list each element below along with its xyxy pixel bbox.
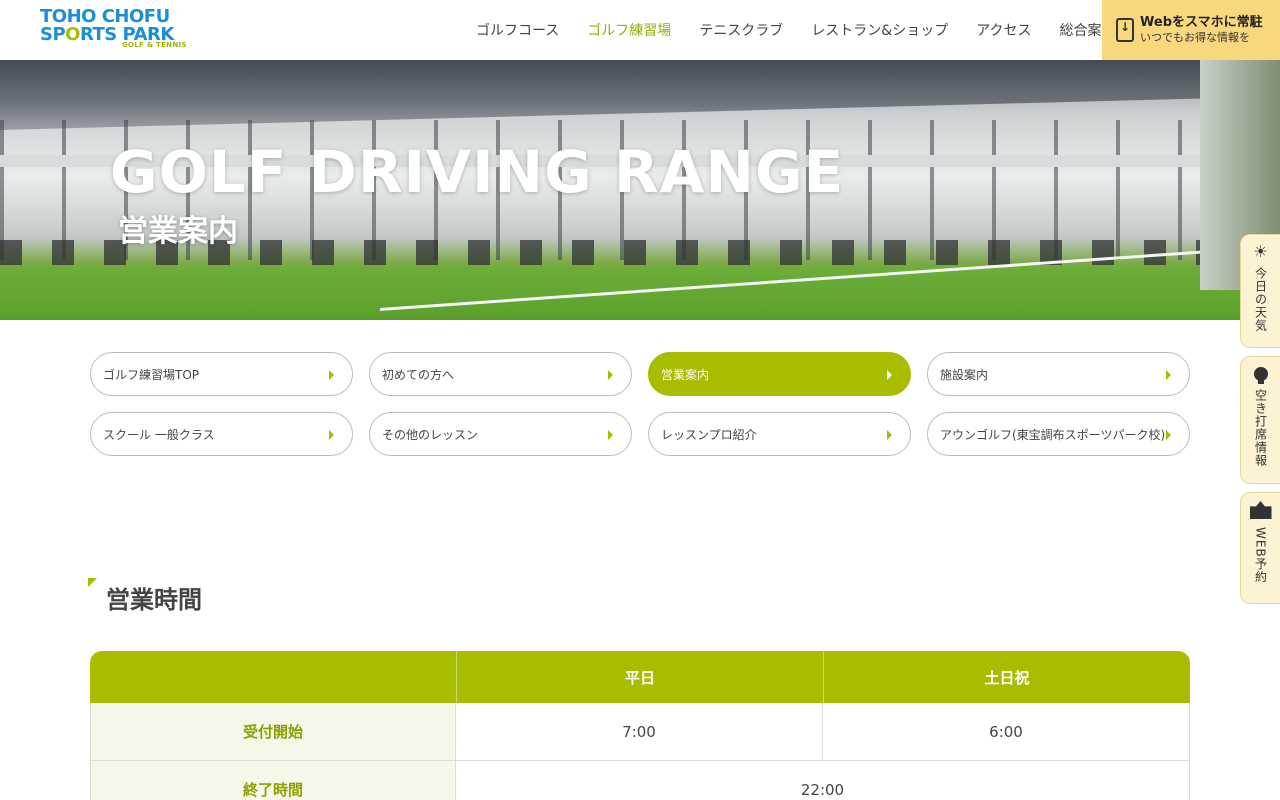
table-header-holiday: 土日祝 [823,651,1190,703]
reservation-label: WEB予約 [1253,527,1268,584]
subnav-aun-golf[interactable]: アウンゴルフ(東宝調布スポーツパーク校) [927,412,1190,456]
corner-mark-icon [88,578,97,587]
subnav: ゴルフ練習場TOP 初めての方へ 営業案内 施設案内 スクール 一般クラス その… [90,352,1190,456]
subnav-label: ゴルフ練習場TOP [103,367,200,382]
weather-widget[interactable]: ☀ 今日の天気 [1240,234,1280,348]
triangle-right-icon [1166,430,1171,440]
table-header-weekday: 平日 [456,651,823,703]
subnav-label: 施設案内 [940,367,989,382]
web-reservation-widget[interactable]: WEB予約 [1240,492,1280,604]
cta-title: Webをスマホに常駐 [1140,15,1263,30]
table-row: 終了時間 22:00 [90,761,1190,800]
site-header: TOHO CHOFU SPORTS PARK GOLF & TENNIS ゴルフ… [0,0,1280,60]
triangle-right-icon [329,370,334,380]
subnav-label: レッスンプロ紹介 [661,427,757,442]
triangle-right-icon [329,430,334,440]
nav-golf-course[interactable]: ゴルフコース [476,20,559,40]
triangle-right-icon [608,430,613,440]
vacancy-label: 空き打席情報 [1253,389,1268,467]
cell-merged: 22:00 [456,761,1190,800]
logo-line3: GOLF & TENNIS [122,41,187,49]
cell-holiday: 6:00 [823,703,1190,760]
subnav-label: スクール 一般クラス [103,427,215,442]
cta-text: Webをスマホに常駐 いつでもお得な情報を [1140,15,1263,45]
row-label: 受付開始 [90,703,456,760]
hero-subtitle: 営業案内 [118,214,238,249]
logo-line2b: O [65,24,80,45]
subnav-other-lessons[interactable]: その他のレッスン [369,412,632,456]
main-nav: ゴルフコース ゴルフ練習場 テニスクラブ レストラン&ショップ アクセス 総合案… [476,0,1116,60]
nav-access[interactable]: アクセス [976,20,1031,40]
subnav-facilities[interactable]: 施設案内 [927,352,1190,396]
building-icon [1249,501,1272,519]
subnav-school-general[interactable]: スクール 一般クラス [90,412,353,456]
nav-restaurant-shop[interactable]: レストラン&ショップ [811,20,948,40]
triangle-right-icon [608,370,613,380]
nav-tennis-club[interactable]: テニスクラブ [699,20,783,40]
sun-icon: ☀ [1253,242,1268,261]
nav-driving-range[interactable]: ゴルフ練習場 [587,20,671,40]
subnav-range-top[interactable]: ゴルフ練習場TOP [90,352,353,396]
cell-weekday: 7:00 [456,703,823,760]
logo-line2a: SP [40,24,66,45]
hero-title: GOLF DRIVING RANGE [110,138,845,206]
table-row: 受付開始 7:00 6:00 [90,703,1190,761]
table-header-blank [90,651,456,703]
install-app-button[interactable]: Webをスマホに常駐 いつでもお得な情報を [1102,0,1280,60]
triangle-right-icon [1166,370,1171,380]
section-title: 営業時間 [106,586,202,614]
weather-label: 今日の天気 [1253,267,1268,332]
cta-subtitle: いつでもお得な情報を [1140,31,1250,44]
subnav-label: 営業案内 [661,367,710,382]
hours-table: 平日 土日祝 受付開始 7:00 6:00 終了時間 22:00 [90,651,1190,800]
phone-download-icon [1116,18,1134,42]
subnav-label: アウンゴルフ(東宝調布スポーツパーク校) [940,427,1166,442]
table-header-row: 平日 土日祝 [90,651,1190,703]
subnav-label: その他のレッスン [382,427,479,442]
hero-banner: GOLF DRIVING RANGE 営業案内 [0,60,1280,320]
subnav-first-time[interactable]: 初めての方へ [369,352,632,396]
subnav-lesson-pros[interactable]: レッスンプロ紹介 [648,412,911,456]
site-logo[interactable]: TOHO CHOFU SPORTS PARK GOLF & TENNIS [40,8,190,52]
row-label: 終了時間 [90,761,456,800]
lightbulb-icon [1253,367,1268,384]
triangle-right-icon [887,370,892,380]
vacancy-widget[interactable]: 空き打席情報 [1240,356,1280,484]
triangle-right-icon [887,430,892,440]
subnav-business-info[interactable]: 営業案内 [648,352,911,396]
subnav-label: 初めての方へ [382,367,455,382]
